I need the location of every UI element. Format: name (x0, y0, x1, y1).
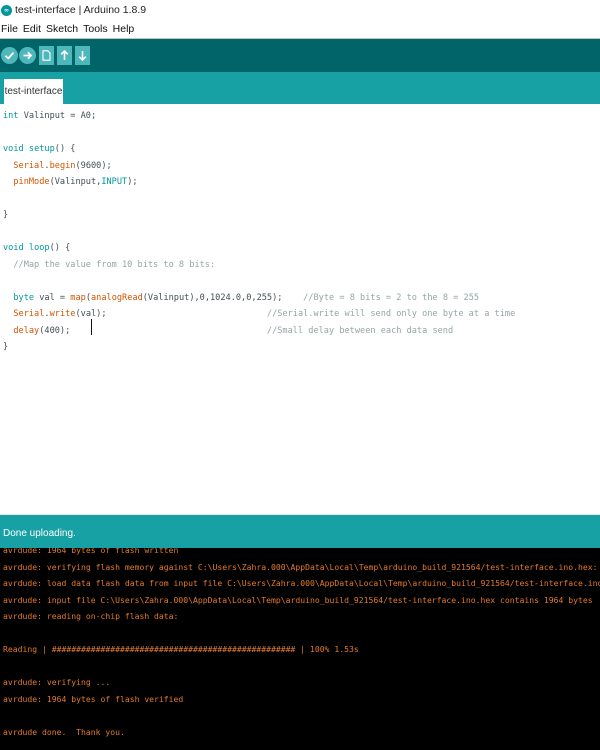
open-sketch-button[interactable] (57, 46, 72, 65)
code-token: void (3, 243, 24, 253)
code-token: setup (28, 144, 55, 154)
code-token: write (49, 309, 76, 319)
code-line[interactable]: } (3, 339, 515, 356)
code-token: val = (34, 292, 71, 303)
code-token: pinMode (13, 177, 50, 187)
console-line: avrdude done. Thank you. (3, 726, 125, 737)
code-line[interactable]: void loop() { (3, 240, 515, 257)
checkmark-icon (4, 51, 15, 60)
code-line[interactable]: void setup() { (3, 141, 515, 158)
code-token: analogRead (91, 292, 143, 303)
code-line[interactable]: } (3, 207, 515, 224)
menu-tools[interactable]: Tools (83, 23, 108, 35)
new-sketch-button[interactable] (39, 46, 54, 65)
menu-help[interactable]: Help (113, 23, 135, 35)
console-line: avrdude: load data flash data from input… (3, 578, 600, 588)
upload-button[interactable] (19, 47, 36, 64)
code-token: map (70, 292, 86, 303)
menu-edit[interactable]: Edit (23, 23, 41, 35)
code-token: () { (54, 144, 76, 154)
code-line[interactable]: Serial.begin(9600); (3, 158, 515, 175)
code-token: //Byte = 8 bits = 2 to the 8 = 255 (303, 292, 480, 303)
window-title: test-interface | Arduino 1.8.9 (15, 4, 147, 16)
console-line: avrdude: 1964 bytes of flash written (3, 548, 179, 555)
tab-test-interface[interactable]: test-interface (4, 79, 63, 104)
code-line[interactable] (3, 224, 515, 241)
console-text: avrdude: 1964 bytes of flash written avrd… (3, 548, 600, 740)
code-line[interactable] (3, 273, 515, 290)
code-token: } (3, 210, 9, 220)
code-token: delay (13, 325, 40, 336)
code-token: byte (13, 292, 35, 303)
code-token: loop (28, 243, 50, 253)
code-line[interactable] (3, 125, 515, 142)
code-token: //Small delay between each data send (266, 325, 454, 336)
text-cursor (91, 319, 92, 335)
new-file-icon (42, 50, 51, 61)
code-editor[interactable]: int Valinput = A0; void setup() { Serial… (0, 104, 600, 514)
arduino-logo-icon: ∞ (1, 4, 12, 16)
code-token: } (3, 342, 9, 352)
code-token: (400); (39, 325, 267, 336)
code-token: begin (49, 160, 76, 171)
code-token: int (3, 111, 19, 121)
output-console[interactable]: avrdude: 1964 bytes of flash written avrd… (0, 548, 600, 750)
code-token: (Valinput),0,1024.0,0,255); (142, 292, 304, 303)
arrow-down-icon (78, 51, 87, 61)
code-token: Serial (13, 160, 45, 171)
code-token: INPUT (101, 177, 128, 187)
save-sketch-button[interactable] (75, 46, 90, 65)
arrow-up-icon (60, 50, 69, 60)
code-line[interactable]: Serial.write(val); //Serial.write will s… (3, 306, 515, 323)
code-token: void (3, 144, 24, 154)
code-token: Serial (13, 309, 45, 319)
code-line[interactable]: int Valinput = A0; (3, 108, 515, 125)
code-token: () { (49, 243, 71, 253)
menu-sketch[interactable]: Sketch (46, 23, 78, 35)
code-line[interactable]: //Map the value from 10 bits to 8 bits: (3, 257, 515, 274)
code-token: Valinput = A0; (18, 111, 97, 121)
console-line: avrdude: 1964 bytes of flash verified (3, 693, 184, 704)
verify-button[interactable] (1, 47, 18, 64)
status-message: Done uploading. (3, 528, 76, 539)
code-line[interactable]: pinMode(Valinput,INPUT); (3, 174, 515, 191)
code-line[interactable] (3, 191, 515, 208)
arrow-right-icon (23, 51, 33, 60)
code-line[interactable]: byte val = map(analogRead(Valinput),0,10… (3, 290, 515, 307)
console-line: Reading | ##############################… (3, 644, 359, 654)
menu-file[interactable]: File (1, 23, 18, 35)
code-line[interactable]: delay(400); //Small delay between each d… (3, 323, 515, 340)
code-token: (9600); (75, 160, 112, 171)
console-line: avrdude: verifying flash memory against … (3, 561, 598, 572)
console-line: avrdude: verifying ... (3, 677, 111, 687)
code-token: //Serial.write will send only one byte a… (266, 309, 516, 319)
code-text[interactable]: int Valinput = A0; void setup() { Serial… (3, 108, 515, 356)
console-line: avrdude: input file C:\Users\Zahra.000\A… (3, 594, 593, 605)
tab-bar: test-interface (0, 72, 600, 104)
code-token: //Map the value from 10 bits to 8 bits: (13, 259, 216, 270)
toolbar (0, 39, 600, 72)
console-line: avrdude: reading on-chip flash data: (3, 611, 179, 621)
code-token: (val); (75, 309, 267, 319)
menu-bar: File Edit Sketch Tools Help (0, 20, 600, 39)
title-bar: ∞ test-interface | Arduino 1.8.9 (0, 0, 600, 20)
status-bar: Done uploading. (0, 514, 600, 548)
code-token: ); (127, 177, 138, 187)
code-token: (Valinput, (49, 177, 102, 187)
